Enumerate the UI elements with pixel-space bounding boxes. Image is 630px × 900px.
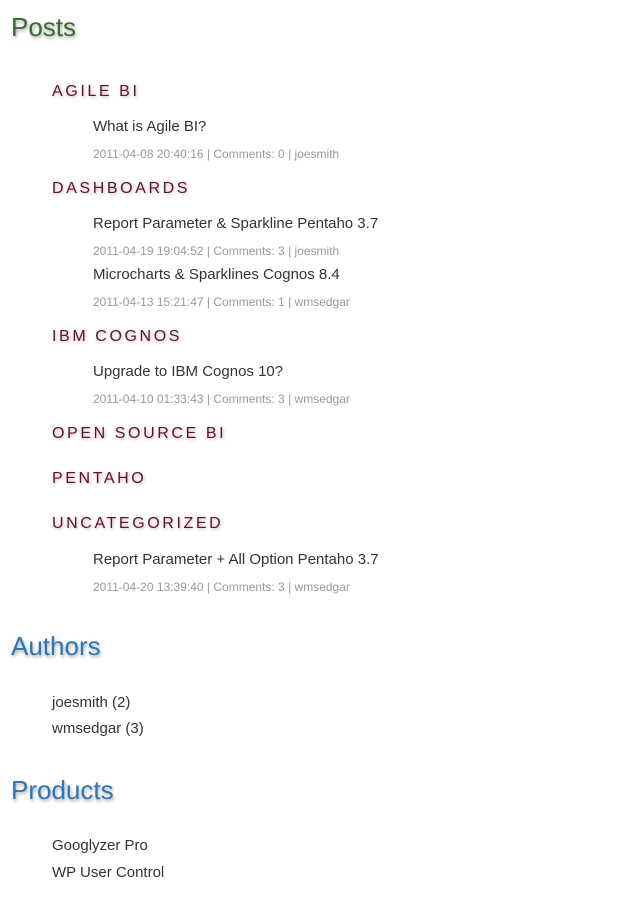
category-open-source-bi[interactable]: OPEN SOURCE BI bbox=[52, 424, 226, 444]
meta-separator: | bbox=[288, 244, 292, 258]
meta-separator: | bbox=[206, 244, 211, 258]
category-uncategorized[interactable]: UNCATEGORIZED bbox=[52, 514, 223, 534]
author-link[interactable]: wmsedgar bbox=[52, 720, 121, 737]
post-comments-link[interactable]: Comments: 3 bbox=[213, 392, 284, 406]
post-title-link[interactable]: Upgrade to IBM Cognos 10? bbox=[93, 363, 283, 381]
post-comments-link[interactable]: Comments: 3 bbox=[213, 244, 284, 258]
post-author-link[interactable]: joesmith bbox=[295, 244, 340, 258]
post-date: 2011-04-08 20:40:16 bbox=[93, 147, 204, 161]
product-link[interactable]: Googlyzer Pro bbox=[52, 837, 148, 854]
meta-separator: | bbox=[206, 392, 211, 406]
category-pentaho[interactable]: PENTAHO bbox=[52, 469, 146, 489]
post-date: 2011-04-13 15:21:47 bbox=[93, 295, 204, 309]
authors-heading: Authors bbox=[11, 631, 101, 661]
post-title-link[interactable]: Microcharts & Sparklines Cognos 8.4 bbox=[93, 266, 340, 284]
category-ibm-cognos[interactable]: IBM COGNOS bbox=[52, 327, 182, 347]
author-list-item: joesmith (2) bbox=[52, 694, 130, 712]
category-agile-bi[interactable]: AGILE BI bbox=[52, 82, 140, 102]
post-author-link[interactable]: joesmith bbox=[295, 147, 340, 161]
product-list-item: Googlyzer Pro bbox=[52, 837, 148, 855]
post-date: 2011-04-19 19:04:52 bbox=[93, 244, 204, 258]
products-heading: Products bbox=[11, 775, 114, 805]
meta-separator: | bbox=[288, 147, 292, 161]
post-author-link[interactable]: wmsedgar bbox=[295, 295, 350, 309]
meta-separator: | bbox=[206, 147, 211, 161]
author-link[interactable]: joesmith bbox=[52, 694, 108, 711]
post-title-link[interactable]: Report Parameter + All Option Pentaho 3.… bbox=[93, 551, 379, 569]
product-link[interactable]: WP User Control bbox=[52, 864, 164, 881]
author-post-count: (2) bbox=[112, 694, 131, 711]
post-meta: 2011-04-19 19:04:52 | Comments: 3 | joes… bbox=[93, 243, 339, 259]
posts-heading: Posts bbox=[11, 12, 77, 42]
author-post-count: (3) bbox=[125, 720, 144, 737]
meta-separator: | bbox=[206, 295, 211, 309]
post-meta: 2011-04-20 13:39:40 | Comments: 3 | wmse… bbox=[93, 579, 350, 595]
post-author-link[interactable]: wmsedgar bbox=[295, 392, 350, 406]
post-comments-link[interactable]: Comments: 3 bbox=[213, 580, 284, 594]
post-meta: 2011-04-13 15:21:47 | Comments: 1 | wmse… bbox=[93, 294, 350, 310]
post-meta: 2011-04-10 01:33:43 | Comments: 3 | wmse… bbox=[93, 391, 350, 407]
meta-separator: | bbox=[288, 392, 292, 406]
meta-separator: | bbox=[206, 580, 211, 594]
author-list-item: wmsedgar (3) bbox=[52, 720, 144, 738]
post-meta: 2011-04-08 20:40:16 | Comments: 0 | joes… bbox=[93, 146, 339, 162]
meta-separator: | bbox=[288, 580, 292, 594]
post-comments-link[interactable]: Comments: 1 bbox=[213, 295, 284, 309]
product-list-item: WP User Control bbox=[52, 864, 164, 882]
post-author-link[interactable]: wmsedgar bbox=[295, 580, 350, 594]
post-date: 2011-04-10 01:33:43 bbox=[93, 392, 204, 406]
post-date: 2011-04-20 13:39:40 bbox=[93, 580, 204, 594]
post-comments-link[interactable]: Comments: 0 bbox=[213, 147, 284, 161]
meta-separator: | bbox=[288, 295, 292, 309]
post-title-link[interactable]: Report Parameter & Sparkline Pentaho 3.7 bbox=[93, 215, 378, 233]
category-dashboards[interactable]: DASHBOARDS bbox=[52, 179, 190, 199]
post-title-link[interactable]: What is Agile BI? bbox=[93, 118, 206, 136]
